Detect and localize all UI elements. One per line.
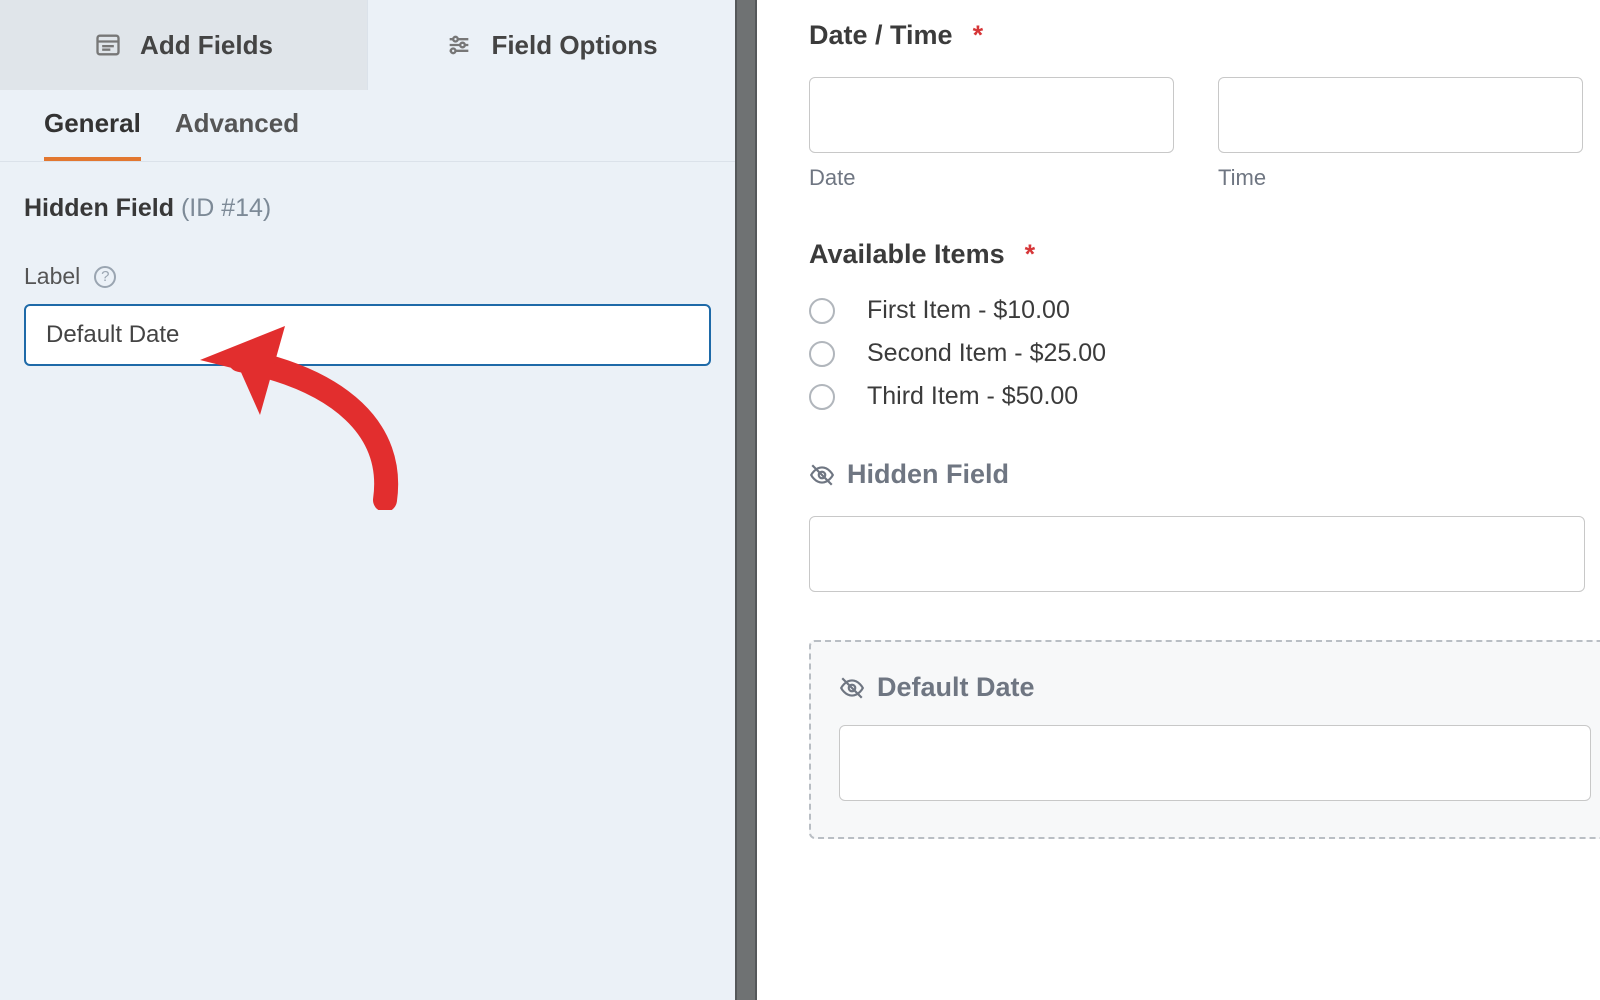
available-items-list: First Item - $10.00 Second Item - $25.00… <box>809 296 1600 411</box>
top-tabs: Add Fields Field Options <box>0 0 735 90</box>
radio-item[interactable]: First Item - $10.00 <box>809 296 1600 325</box>
available-items-label: Available Items * <box>809 239 1600 270</box>
section-title-id: (ID #14) <box>181 194 271 222</box>
default-date-title-text: Default Date <box>877 672 1035 703</box>
available-items-title-text: Available Items <box>809 239 1005 270</box>
hidden-field-title-text: Hidden Field <box>847 459 1009 490</box>
group-hidden-field: Hidden Field <box>809 459 1600 592</box>
hidden-field-input[interactable] <box>809 516 1585 592</box>
radio-item-label: First Item - $10.00 <box>867 296 1070 325</box>
group-datetime: Date / Time * Date Time <box>809 20 1600 191</box>
tab-add-fields-label: Add Fields <box>140 30 273 61</box>
tab-field-options[interactable]: Field Options <box>367 0 735 90</box>
radio-icon <box>809 384 835 410</box>
sub-tabs: General Advanced <box>0 90 735 162</box>
help-icon[interactable]: ? <box>94 266 116 288</box>
date-sublabel: Date <box>809 165 1174 191</box>
pane-divider[interactable] <box>735 0 757 1000</box>
form-preview: Date / Time * Date Time Available Items … <box>757 0 1600 1000</box>
radio-icon <box>809 341 835 367</box>
panel-body: Hidden Field (ID #14) Label ? <box>0 162 735 390</box>
label-caption: Label <box>24 263 80 290</box>
section-title-name: Hidden Field <box>24 194 174 222</box>
radio-item[interactable]: Third Item - $50.00 <box>809 382 1600 411</box>
time-input[interactable] <box>1218 77 1583 153</box>
datetime-label: Date / Time * <box>809 20 1600 51</box>
eye-off-icon <box>809 462 835 488</box>
hidden-field-label: Hidden Field <box>809 459 1600 490</box>
section-title: Hidden Field (ID #14) <box>24 194 711 223</box>
label-row: Label ? <box>24 263 711 290</box>
sidebar: Add Fields Field Options General Advance… <box>0 0 735 1000</box>
radio-item-label: Second Item - $25.00 <box>867 339 1106 368</box>
radio-item[interactable]: Second Item - $25.00 <box>809 339 1600 368</box>
time-sublabel: Time <box>1218 165 1583 191</box>
required-mark: * <box>1025 239 1036 270</box>
tab-general[interactable]: General <box>44 108 141 161</box>
label-input[interactable] <box>24 304 711 366</box>
group-available-items: Available Items * First Item - $10.00 Se… <box>809 239 1600 411</box>
required-mark: * <box>973 20 984 51</box>
tab-advanced[interactable]: Advanced <box>175 108 299 161</box>
sliders-icon <box>445 31 473 59</box>
form-icon <box>94 31 122 59</box>
radio-icon <box>809 298 835 324</box>
eye-off-icon <box>839 675 865 701</box>
tab-add-fields[interactable]: Add Fields <box>0 0 367 90</box>
date-input[interactable] <box>809 77 1174 153</box>
datetime-title-text: Date / Time <box>809 20 953 51</box>
default-date-input[interactable] <box>839 725 1591 801</box>
radio-item-label: Third Item - $50.00 <box>867 382 1078 411</box>
default-date-label: Default Date <box>839 672 1591 703</box>
tab-field-options-label: Field Options <box>491 30 657 61</box>
group-default-date[interactable]: Default Date <box>809 640 1600 839</box>
